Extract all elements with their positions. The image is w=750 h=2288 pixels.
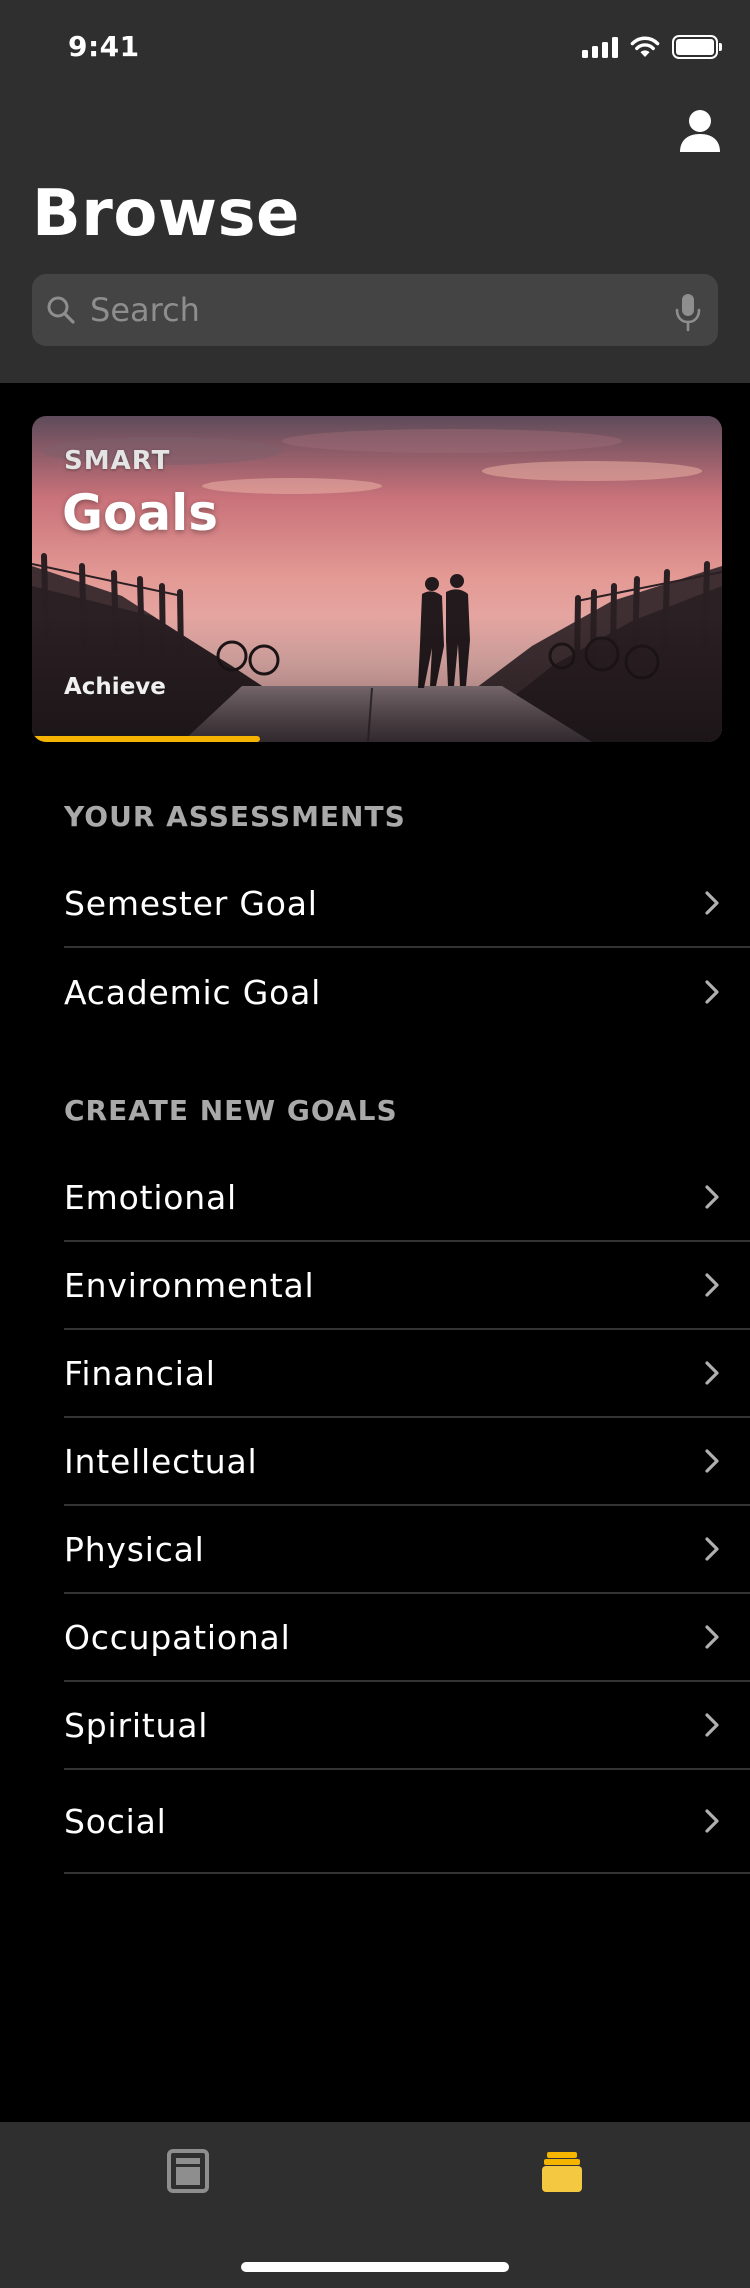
wifi-icon	[630, 36, 660, 57]
list-item-emotional[interactable]: Emotional	[64, 1154, 750, 1242]
header: 9:41 Browse	[0, 0, 750, 383]
home-indicator	[241, 2262, 509, 2272]
hero-progress-fill	[32, 736, 260, 742]
list-item-occupational[interactable]: Occupational	[64, 1594, 750, 1682]
cellular-signal-icon	[582, 36, 618, 58]
assessments-section-header: YOUR ASSESSMENTS	[64, 800, 406, 833]
create-goals-section-header: CREATE NEW GOALS	[64, 1094, 398, 1127]
page-icon[interactable]	[166, 2148, 210, 2194]
list-item-academic-goal[interactable]: Academic Goal	[64, 948, 750, 1036]
create-goals-list: Emotional Environmental Financial Intell…	[64, 1154, 750, 1874]
list-item-label: Occupational	[64, 1617, 291, 1657]
list-item-label: Environmental	[64, 1265, 315, 1305]
list-item-label: Physical	[64, 1529, 205, 1569]
tab-bar	[0, 2122, 750, 2288]
list-item-label: Social	[64, 1801, 167, 1841]
list-item-label: Semester Goal	[64, 883, 318, 923]
hero-subtitle: Achieve	[64, 674, 166, 700]
chevron-right-icon	[705, 1537, 719, 1561]
hero-eyebrow: SMART	[64, 446, 171, 476]
chevron-right-icon	[705, 1809, 719, 1833]
search-bar[interactable]	[32, 274, 718, 346]
chevron-right-icon	[705, 1449, 719, 1473]
profile-icon[interactable]	[678, 108, 722, 154]
list-item-intellectual[interactable]: Intellectual	[64, 1418, 750, 1506]
status-icons	[582, 32, 722, 62]
chevron-right-icon	[705, 1185, 719, 1209]
list-item-label: Spiritual	[64, 1705, 209, 1745]
hero-progress-bar	[32, 736, 722, 742]
list-item-label: Emotional	[64, 1177, 237, 1217]
smart-goals-card[interactable]: SMART Goals Achieve	[32, 416, 722, 742]
chevron-right-icon	[705, 1361, 719, 1385]
list-item-environmental[interactable]: Environmental	[64, 1242, 750, 1330]
chevron-right-icon	[705, 1625, 719, 1649]
list-item-social[interactable]: Social	[64, 1770, 750, 1874]
status-time: 9:41	[68, 30, 140, 63]
list-item-label: Financial	[64, 1353, 216, 1393]
microphone-icon[interactable]	[674, 292, 702, 332]
list-item-physical[interactable]: Physical	[64, 1506, 750, 1594]
assessments-list: Semester Goal Academic Goal	[64, 860, 750, 1036]
chevron-right-icon	[705, 891, 719, 915]
list-item-label: Academic Goal	[64, 972, 322, 1012]
list-item-financial[interactable]: Financial	[64, 1330, 750, 1418]
list-item-spiritual[interactable]: Spiritual	[64, 1682, 750, 1770]
search-input[interactable]	[90, 274, 650, 346]
status-bar: 9:41	[0, 0, 750, 88]
stack-icon[interactable]	[540, 2150, 584, 2194]
chevron-right-icon	[705, 980, 719, 1004]
list-item-label: Intellectual	[64, 1441, 258, 1481]
page-title: Browse	[32, 177, 300, 251]
search-icon	[47, 296, 75, 324]
chevron-right-icon	[705, 1713, 719, 1737]
list-item-semester-goal[interactable]: Semester Goal	[64, 860, 750, 948]
battery-icon	[672, 35, 722, 59]
chevron-right-icon	[705, 1273, 719, 1297]
hero-title: Goals	[62, 484, 219, 542]
